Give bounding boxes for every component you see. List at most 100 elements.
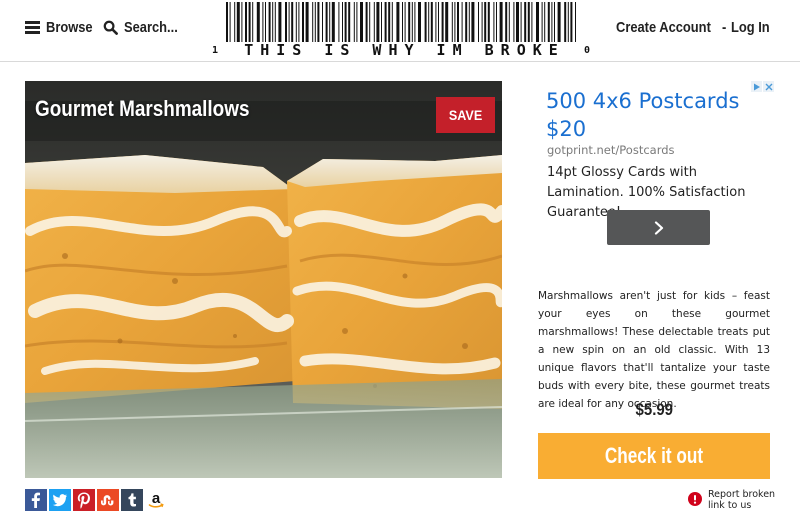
create-account-link[interactable]: Create Account bbox=[616, 19, 711, 36]
ad-open-button[interactable] bbox=[607, 210, 710, 245]
barcode-bar bbox=[408, 2, 411, 42]
barcode-bar bbox=[541, 2, 543, 42]
check-it-out-button[interactable]: Check it out bbox=[538, 433, 770, 479]
logo-tagline: THIS IS WHY IM BROKE bbox=[244, 41, 565, 59]
barcode-bar bbox=[487, 2, 490, 42]
search-icon bbox=[103, 20, 118, 35]
browse-menu-button[interactable]: Browse bbox=[25, 16, 100, 38]
barcode-bar bbox=[465, 2, 468, 42]
barcode-bar bbox=[248, 2, 251, 42]
barcode-bar bbox=[314, 2, 316, 42]
barcode-bar bbox=[391, 2, 393, 42]
barcode-bar bbox=[369, 2, 371, 42]
barcode-bar bbox=[457, 2, 459, 42]
barcode-bar bbox=[236, 2, 240, 42]
stumbleupon-icon[interactable] bbox=[97, 489, 119, 511]
barcode-bar bbox=[414, 2, 416, 42]
barcode-bar bbox=[353, 2, 355, 42]
barcode-bar bbox=[325, 2, 328, 42]
chevron-right-icon bbox=[654, 220, 663, 235]
barcode-bar bbox=[418, 2, 421, 42]
logo-text-row: 1 THIS IS WHY IM BROKE 0 bbox=[212, 41, 590, 59]
marshmallow-photo bbox=[25, 81, 502, 478]
barcode-bar bbox=[229, 2, 231, 42]
logo-left-digit: 1 bbox=[212, 44, 219, 56]
barcode-bar bbox=[288, 2, 290, 42]
save-button[interactable]: SAVE bbox=[436, 97, 495, 133]
barcode-bar bbox=[551, 2, 553, 42]
facebook-icon[interactable] bbox=[25, 489, 47, 511]
barcode-bar bbox=[376, 2, 380, 42]
barcode-bar bbox=[262, 2, 264, 42]
product-title: Gourmet Marshmallows bbox=[35, 96, 250, 121]
barcode-bar bbox=[567, 2, 569, 42]
pinterest-icon[interactable] bbox=[73, 489, 95, 511]
barcode-bar bbox=[575, 2, 576, 42]
barcode-bar bbox=[438, 2, 439, 42]
report-broken-link[interactable]: Report broken link to us bbox=[688, 489, 780, 511]
barcode-bar bbox=[234, 2, 236, 42]
barcode-bar bbox=[245, 2, 247, 42]
barcode-bar bbox=[272, 2, 274, 42]
barcode-bar bbox=[461, 2, 463, 42]
barcode-bar bbox=[291, 2, 294, 42]
barcode-bar bbox=[348, 2, 351, 42]
barcode-bar bbox=[520, 2, 522, 42]
ad-display-url[interactable]: gotprint.net/Postcards bbox=[547, 143, 675, 157]
report-broken-link-label: Report broken link to us bbox=[708, 489, 776, 511]
check-it-out-label: Check it out bbox=[604, 443, 704, 468]
ad-headline[interactable]: 500 4x6 Postcards $20 bbox=[546, 87, 766, 143]
barcode-bar bbox=[524, 2, 527, 42]
browse-label: Browse bbox=[46, 18, 93, 36]
barcode-bar bbox=[402, 2, 403, 42]
barcode-bar bbox=[295, 2, 297, 42]
barcode-bar bbox=[544, 2, 546, 42]
barcode-logo-graphic bbox=[226, 2, 576, 42]
sponsored-ad[interactable]: 500 4x6 Postcards $20 gotprint.net/Postc… bbox=[526, 81, 774, 271]
barcode-bar bbox=[305, 2, 309, 42]
search-button[interactable]: Search... bbox=[103, 16, 187, 38]
barcode-bar bbox=[564, 2, 567, 42]
barcode-bar bbox=[516, 2, 519, 42]
barcode-bar bbox=[356, 2, 358, 42]
barcode-bar bbox=[570, 2, 573, 42]
barcode-bar bbox=[285, 2, 287, 42]
account-links: Create Account - Log In bbox=[616, 16, 772, 38]
barcode-bar bbox=[384, 2, 387, 42]
hamburger-icon bbox=[25, 20, 40, 34]
amazon-icon[interactable]: a bbox=[145, 489, 167, 511]
barcode-bar bbox=[226, 2, 228, 42]
site-header: Browse Search... 1 THIS IS WHY IM BROKE … bbox=[0, 0, 800, 62]
share-icons: a bbox=[25, 489, 169, 515]
logo-right-digit: 0 bbox=[583, 44, 590, 56]
barcode-bar bbox=[338, 2, 340, 42]
barcode-bar bbox=[505, 2, 508, 42]
product-image[interactable]: Gourmet Marshmallows SAVE bbox=[25, 81, 502, 478]
barcode-bar bbox=[381, 2, 382, 42]
barcode-bar bbox=[499, 2, 503, 42]
barcode-bar bbox=[508, 2, 510, 42]
site-logo[interactable]: 1 THIS IS WHY IM BROKE 0 bbox=[212, 2, 590, 60]
barcode-bar bbox=[329, 2, 331, 42]
barcode-bar bbox=[496, 2, 497, 42]
account-separator: - bbox=[722, 18, 727, 36]
barcode-bar bbox=[342, 2, 343, 42]
barcode-bar bbox=[268, 2, 271, 42]
barcode-bar bbox=[302, 2, 304, 42]
barcode-bar bbox=[471, 2, 475, 42]
barcode-bar bbox=[478, 2, 479, 42]
barcode-bar bbox=[388, 2, 391, 42]
save-button-label: SAVE bbox=[448, 107, 483, 123]
tumblr-icon[interactable] bbox=[121, 489, 143, 511]
barcode-bar bbox=[241, 2, 243, 42]
barcode-bar bbox=[513, 2, 515, 42]
login-link[interactable]: Log In bbox=[731, 19, 770, 36]
barcode-bar bbox=[493, 2, 495, 42]
product-price: $5.99 bbox=[538, 400, 770, 420]
barcode-bar bbox=[547, 2, 550, 42]
barcode-bar bbox=[404, 2, 406, 42]
barcode-bar bbox=[411, 2, 413, 42]
barcode-bar bbox=[396, 2, 400, 42]
twitter-icon[interactable] bbox=[49, 489, 71, 511]
barcode-bar bbox=[424, 2, 427, 42]
